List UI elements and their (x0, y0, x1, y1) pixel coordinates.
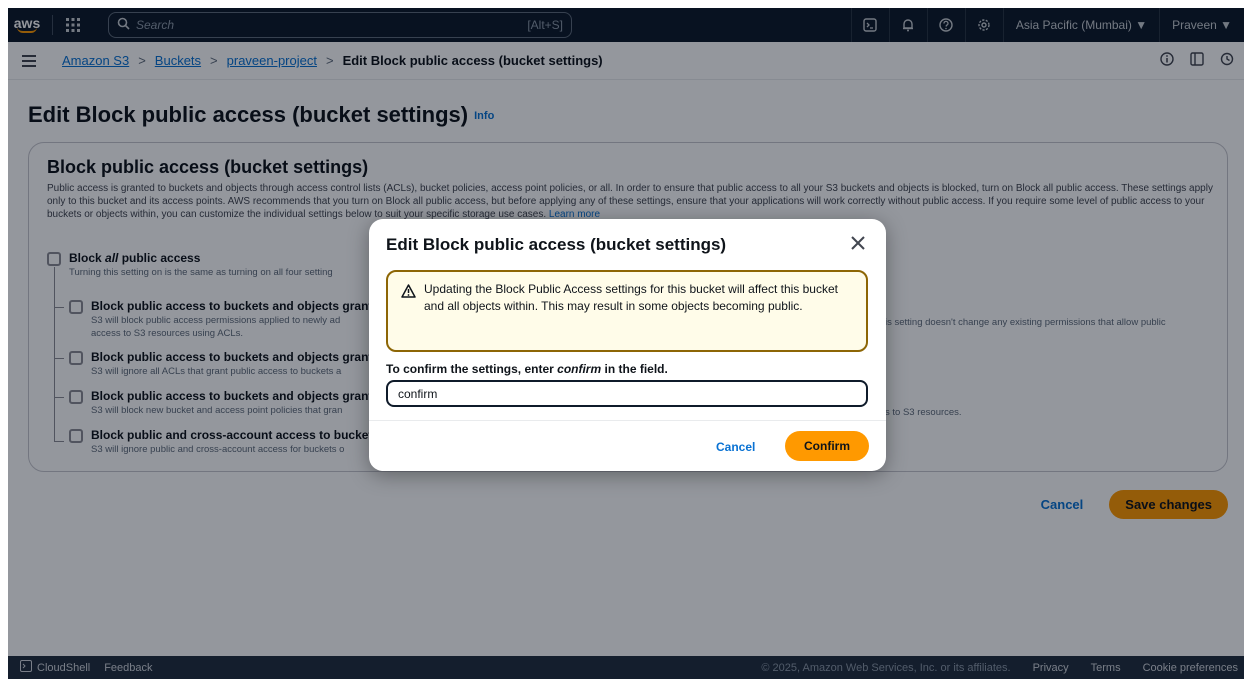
confirm-input[interactable] (386, 380, 868, 407)
app-frame: aws [Alt+S] Asia (8, 8, 1244, 679)
warning-text: Updating the Block Public Access setting… (424, 282, 838, 313)
modal-confirm-button[interactable]: Confirm (785, 431, 869, 461)
close-icon[interactable] (848, 233, 868, 253)
warning-icon (401, 284, 416, 303)
warning-alert: Updating the Block Public Access setting… (386, 270, 868, 352)
modal-title: Edit Block public access (bucket setting… (386, 235, 727, 254)
modal-divider (369, 420, 886, 421)
modal-cancel-button[interactable]: Cancel (716, 440, 755, 454)
confirm-field-label: To confirm the settings, enter confirm i… (386, 362, 668, 376)
confirm-modal: Edit Block public access (bucket setting… (369, 219, 886, 471)
